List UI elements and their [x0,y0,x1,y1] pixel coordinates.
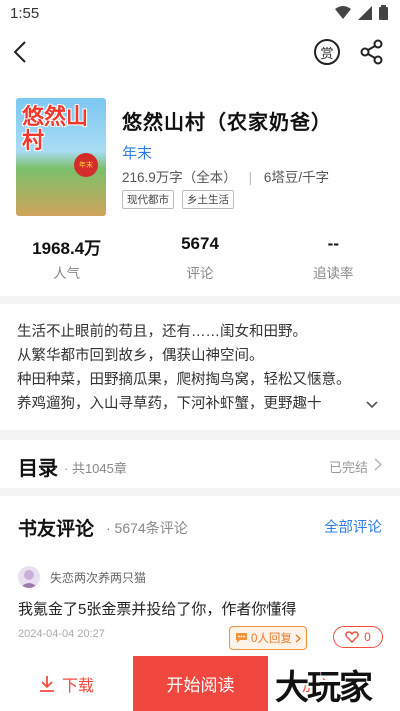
stat-comments[interactable]: 5674 评论 [133,234,266,282]
tag[interactable]: 现代都市 [122,190,174,209]
stat-value: 5674 [181,234,219,253]
book-meta: 216.9万字（全本） | 6塔豆/千字 [122,166,329,186]
meta-separator: | [248,170,253,185]
comment-date: 2024-04-04 20:27 [18,628,105,640]
status-icons [335,5,388,20]
stat-label: 人气 [53,266,81,281]
status-time: 1:55 [10,5,40,22]
tag-list: 现代都市 乡土生活 [122,190,234,209]
share-icon[interactable] [360,39,384,65]
start-reading-button[interactable]: 开始阅读 [133,656,268,711]
wifi-icon [335,5,351,19]
all-comments-link[interactable]: 全部评论 [324,516,382,537]
intro-line: 从繁华都市回到故乡，偶获山神空间。 [17,348,264,364]
stat-follow-rate: -- 追读率 [267,234,400,282]
avatar-image [20,570,38,588]
toc-status: 已完结 [328,460,368,475]
author-link[interactable]: 年末 [122,142,152,163]
book-info-card: 悠然山村 年末 悠然山村（农家奶爸） 年末 216.9万字（全本） | 6塔豆/… [0,76,400,296]
download-icon [39,676,54,692]
intro-line: 生活不止眼前的苟且，还有……闺女和田野。 [17,324,307,340]
comments-count: · 5674条评论 [106,520,188,536]
expand-chevron-icon[interactable] [366,401,378,409]
toc-row[interactable]: 目录 · 共1045章 已完结 [0,440,400,488]
signal-icon [358,5,372,20]
top-bar: 赏 [0,28,400,76]
intro-line: 种田种菜，田野摘瓜果，爬树掏鸟窝，轻松又惬意。 [17,372,351,388]
watermark-logo: 大玩家 [275,668,373,708]
stat-label: 评论 [186,266,214,281]
comments-section: 书友评论 · 5674条评论 全部评论 失恋两次养两只猫 我氪金了5张金票并投给… [0,496,400,656]
chevron-right-icon [374,458,382,471]
cover-badge: 年末 [74,153,98,177]
battery-icon [379,5,388,20]
cover-title: 悠然山村 [22,105,89,154]
comment-username[interactable]: 失恋两次养两只猫 [50,569,146,586]
book-title: 悠然山村（农家奶爸） [122,112,332,134]
toc-chapter-count: · 共1045章 [64,461,127,476]
tag[interactable]: 乡土生活 [182,190,234,209]
avatar[interactable] [18,566,40,588]
comments-title: 书友评论 [18,519,95,540]
reward-button[interactable]: 赏 [314,39,340,65]
price: 6塔豆/千字 [263,170,330,185]
reward-label: 赏 [320,45,334,61]
intro-line: 养鸡遛狗，入山寻草药，下河补虾蟹，更野趣十 [17,396,322,412]
stat-label: 追读率 [313,266,354,281]
toc-title: 目录 [18,458,58,480]
stat-popularity: 1968.4万 人气 [0,234,133,282]
like-count: 0 [364,630,371,644]
chevron-right-icon [295,633,301,643]
start-reading-label: 开始阅读 [166,676,235,695]
status-bar: 1:55 [0,0,400,28]
stat-value: 1968.4万 [32,239,102,258]
download-label: 下载 [61,677,94,695]
book-cover[interactable]: 悠然山村 年末 [16,98,106,216]
reply-button[interactable]: 0人回复 [229,626,307,650]
comment-text[interactable]: 我氪金了5张金票并投给了你，作者你懂得 [18,598,296,619]
heart-icon [345,631,359,643]
back-icon[interactable] [12,40,28,64]
reply-count: 0人回复 [251,633,292,645]
stats-row: 1968.4万 人气 5674 评论 -- 追读率 [0,234,400,282]
chat-bubble-icon [236,633,247,643]
stat-value: -- [327,234,339,253]
word-count: 216.9万字（全本） [122,170,237,185]
intro-text: 生活不止眼前的苟且，还有……闺女和田野。 从繁华都市回到故乡，偶获山神空间。 种… [17,320,367,416]
like-button[interactable]: 0 [333,626,383,648]
book-intro[interactable]: 生活不止眼前的苟且，还有……闺女和田野。 从繁华都市回到故乡，偶获山神空间。 种… [0,304,400,430]
download-button[interactable]: 下载 [0,656,133,711]
